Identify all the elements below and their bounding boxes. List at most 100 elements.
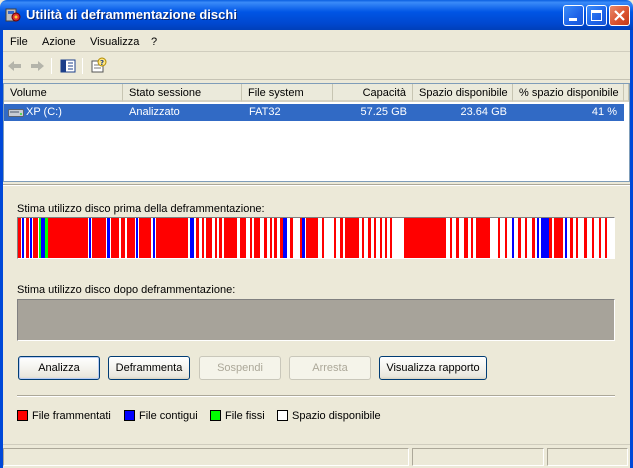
cluster-segment-fragmented <box>380 218 382 258</box>
cluster-segment-fragmented <box>306 218 318 258</box>
cluster-segment-fragmented <box>584 218 587 258</box>
cluster-segment-fragmented <box>498 218 500 258</box>
menu-azione[interactable]: Azione <box>42 36 76 48</box>
cluster-segment-fragmented <box>250 218 252 258</box>
column-header-free-space[interactable]: Spazio disponibile <box>413 84 513 102</box>
cluster-segment-fragmented <box>26 218 29 258</box>
status-pane <box>3 448 409 466</box>
minimize-button[interactable] <box>563 5 584 26</box>
column-header-volume[interactable]: Volume <box>4 84 123 102</box>
cluster-segment-contiguous <box>30 218 32 258</box>
cluster-segment-fragmented <box>554 218 563 258</box>
cluster-segment-fragmented <box>385 218 387 258</box>
column-header-filesystem[interactable]: File system <box>242 84 333 102</box>
cluster-segment-fragmented <box>111 218 119 258</box>
cluster-segment-fragmented <box>206 218 212 258</box>
cluster-segment-fragmented <box>576 218 578 258</box>
fragmented-swatch <box>17 410 28 421</box>
cell-volume: XP (C:) <box>26 106 62 118</box>
menu-file[interactable]: File <box>10 36 28 48</box>
defrag-window: Utilità di deframmentazione dischi File … <box>0 0 633 468</box>
maximize-icon <box>591 10 602 21</box>
help-properties-icon[interactable]: ? <box>89 57 109 75</box>
title-bar[interactable]: Utilità di deframmentazione dischi <box>0 0 633 30</box>
divider <box>0 184 633 186</box>
cluster-segment-fragmented <box>224 218 237 258</box>
column-header-free-pct[interactable]: % spazio disponibile <box>513 84 624 102</box>
column-header-capacity[interactable]: Capacità <box>333 84 413 102</box>
cluster-segment-contiguous <box>541 218 549 258</box>
cluster-segment-fragmented <box>274 218 277 258</box>
cluster-segment-fragmented <box>264 218 267 258</box>
cluster-segment-fragmented <box>240 218 246 258</box>
cluster-segment-fragmented <box>254 218 260 258</box>
show-hide-panel-icon[interactable] <box>58 57 78 75</box>
legend-label: Spazio disponibile <box>292 410 381 422</box>
stop-button[interactable]: Arresta <box>289 356 371 380</box>
cluster-segment-fragmented <box>599 218 601 258</box>
cluster-segment-fragmented <box>368 218 371 258</box>
cluster-segment-fragmented <box>215 218 217 258</box>
disk-usage-graph <box>18 218 607 258</box>
cluster-segment-fragmented <box>33 218 38 258</box>
column-header-filler <box>624 84 629 102</box>
toolbar-separator <box>82 58 83 74</box>
back-arrow-icon[interactable] <box>5 57 25 75</box>
before-defrag-bar <box>17 217 615 259</box>
cluster-segment-fragmented <box>290 218 293 258</box>
after-defrag-label: Stima utilizzo disco dopo deframmentazio… <box>17 284 236 296</box>
legend-fixed: File fissi <box>210 410 265 422</box>
cluster-segment-contiguous <box>107 218 110 258</box>
cluster-segment-fragmented <box>450 218 452 258</box>
legend-label: File fissi <box>225 410 265 422</box>
cluster-segment-fragmented <box>202 218 204 258</box>
cluster-segment-contiguous <box>302 218 305 258</box>
cluster-segment-fragmented <box>139 218 151 258</box>
free-swatch <box>277 410 288 421</box>
legend-contiguous: File contigui <box>124 410 198 422</box>
cluster-segment-fragmented <box>334 218 336 258</box>
window-title: Utilità di deframmentazione dischi <box>26 7 237 22</box>
column-header-status[interactable]: Stato sessione <box>123 84 242 102</box>
cluster-segment-fragmented <box>518 218 521 258</box>
table-row[interactable]: XP (C:) Analizzato FAT32 57.25 GB 23.64 … <box>4 104 624 121</box>
contiguous-swatch <box>124 410 135 421</box>
toolbar: ? <box>0 53 633 80</box>
forward-arrow-icon[interactable] <box>27 57 47 75</box>
analyze-button[interactable]: Analizza <box>18 356 100 380</box>
menu-help[interactable]: ? <box>151 36 157 48</box>
defragment-button[interactable]: Deframmenta <box>108 356 190 380</box>
cluster-segment-fragmented <box>196 218 199 258</box>
cluster-segment-fragmented <box>219 218 222 258</box>
cell-status: Analizzato <box>129 106 180 118</box>
cluster-segment-fragmented <box>464 218 468 258</box>
hard-drive-icon <box>8 109 24 117</box>
cluster-segment-fragmented <box>592 218 594 258</box>
divider <box>17 395 615 397</box>
cluster-segment-fragmented <box>605 218 607 258</box>
maximize-button[interactable] <box>586 5 607 26</box>
fixed-swatch <box>210 410 221 421</box>
volume-list[interactable]: Volume Stato sessione File system Capaci… <box>3 83 630 182</box>
close-icon <box>614 10 625 21</box>
cluster-segment-fragmented <box>532 218 535 258</box>
cluster-segment-contiguous <box>136 218 138 258</box>
close-button[interactable] <box>609 5 630 26</box>
cluster-segment-fragmented <box>127 218 135 258</box>
after-defrag-bar <box>17 299 615 341</box>
menu-visualizza[interactable]: Visualizza <box>90 36 139 48</box>
cluster-segment-fragmented <box>549 218 552 258</box>
cluster-segment-contiguous <box>22 218 24 258</box>
cell-free-space: 23.64 GB <box>460 106 507 118</box>
cluster-segment-fragmented <box>390 218 392 258</box>
status-bar <box>0 444 633 468</box>
view-report-button[interactable]: Visualizza rapporto <box>379 356 487 380</box>
cluster-segment-fragmented <box>505 218 507 258</box>
cluster-segment-contiguous <box>89 218 91 258</box>
cluster-segment-fixed <box>45 218 48 258</box>
pause-button[interactable]: Sospendi <box>199 356 281 380</box>
cluster-segment-fragmented <box>340 218 343 258</box>
menu-bar: File Azione Visualizza ? <box>0 30 633 52</box>
svg-text:?: ? <box>100 59 104 67</box>
cluster-segment-fragmented <box>345 218 359 258</box>
